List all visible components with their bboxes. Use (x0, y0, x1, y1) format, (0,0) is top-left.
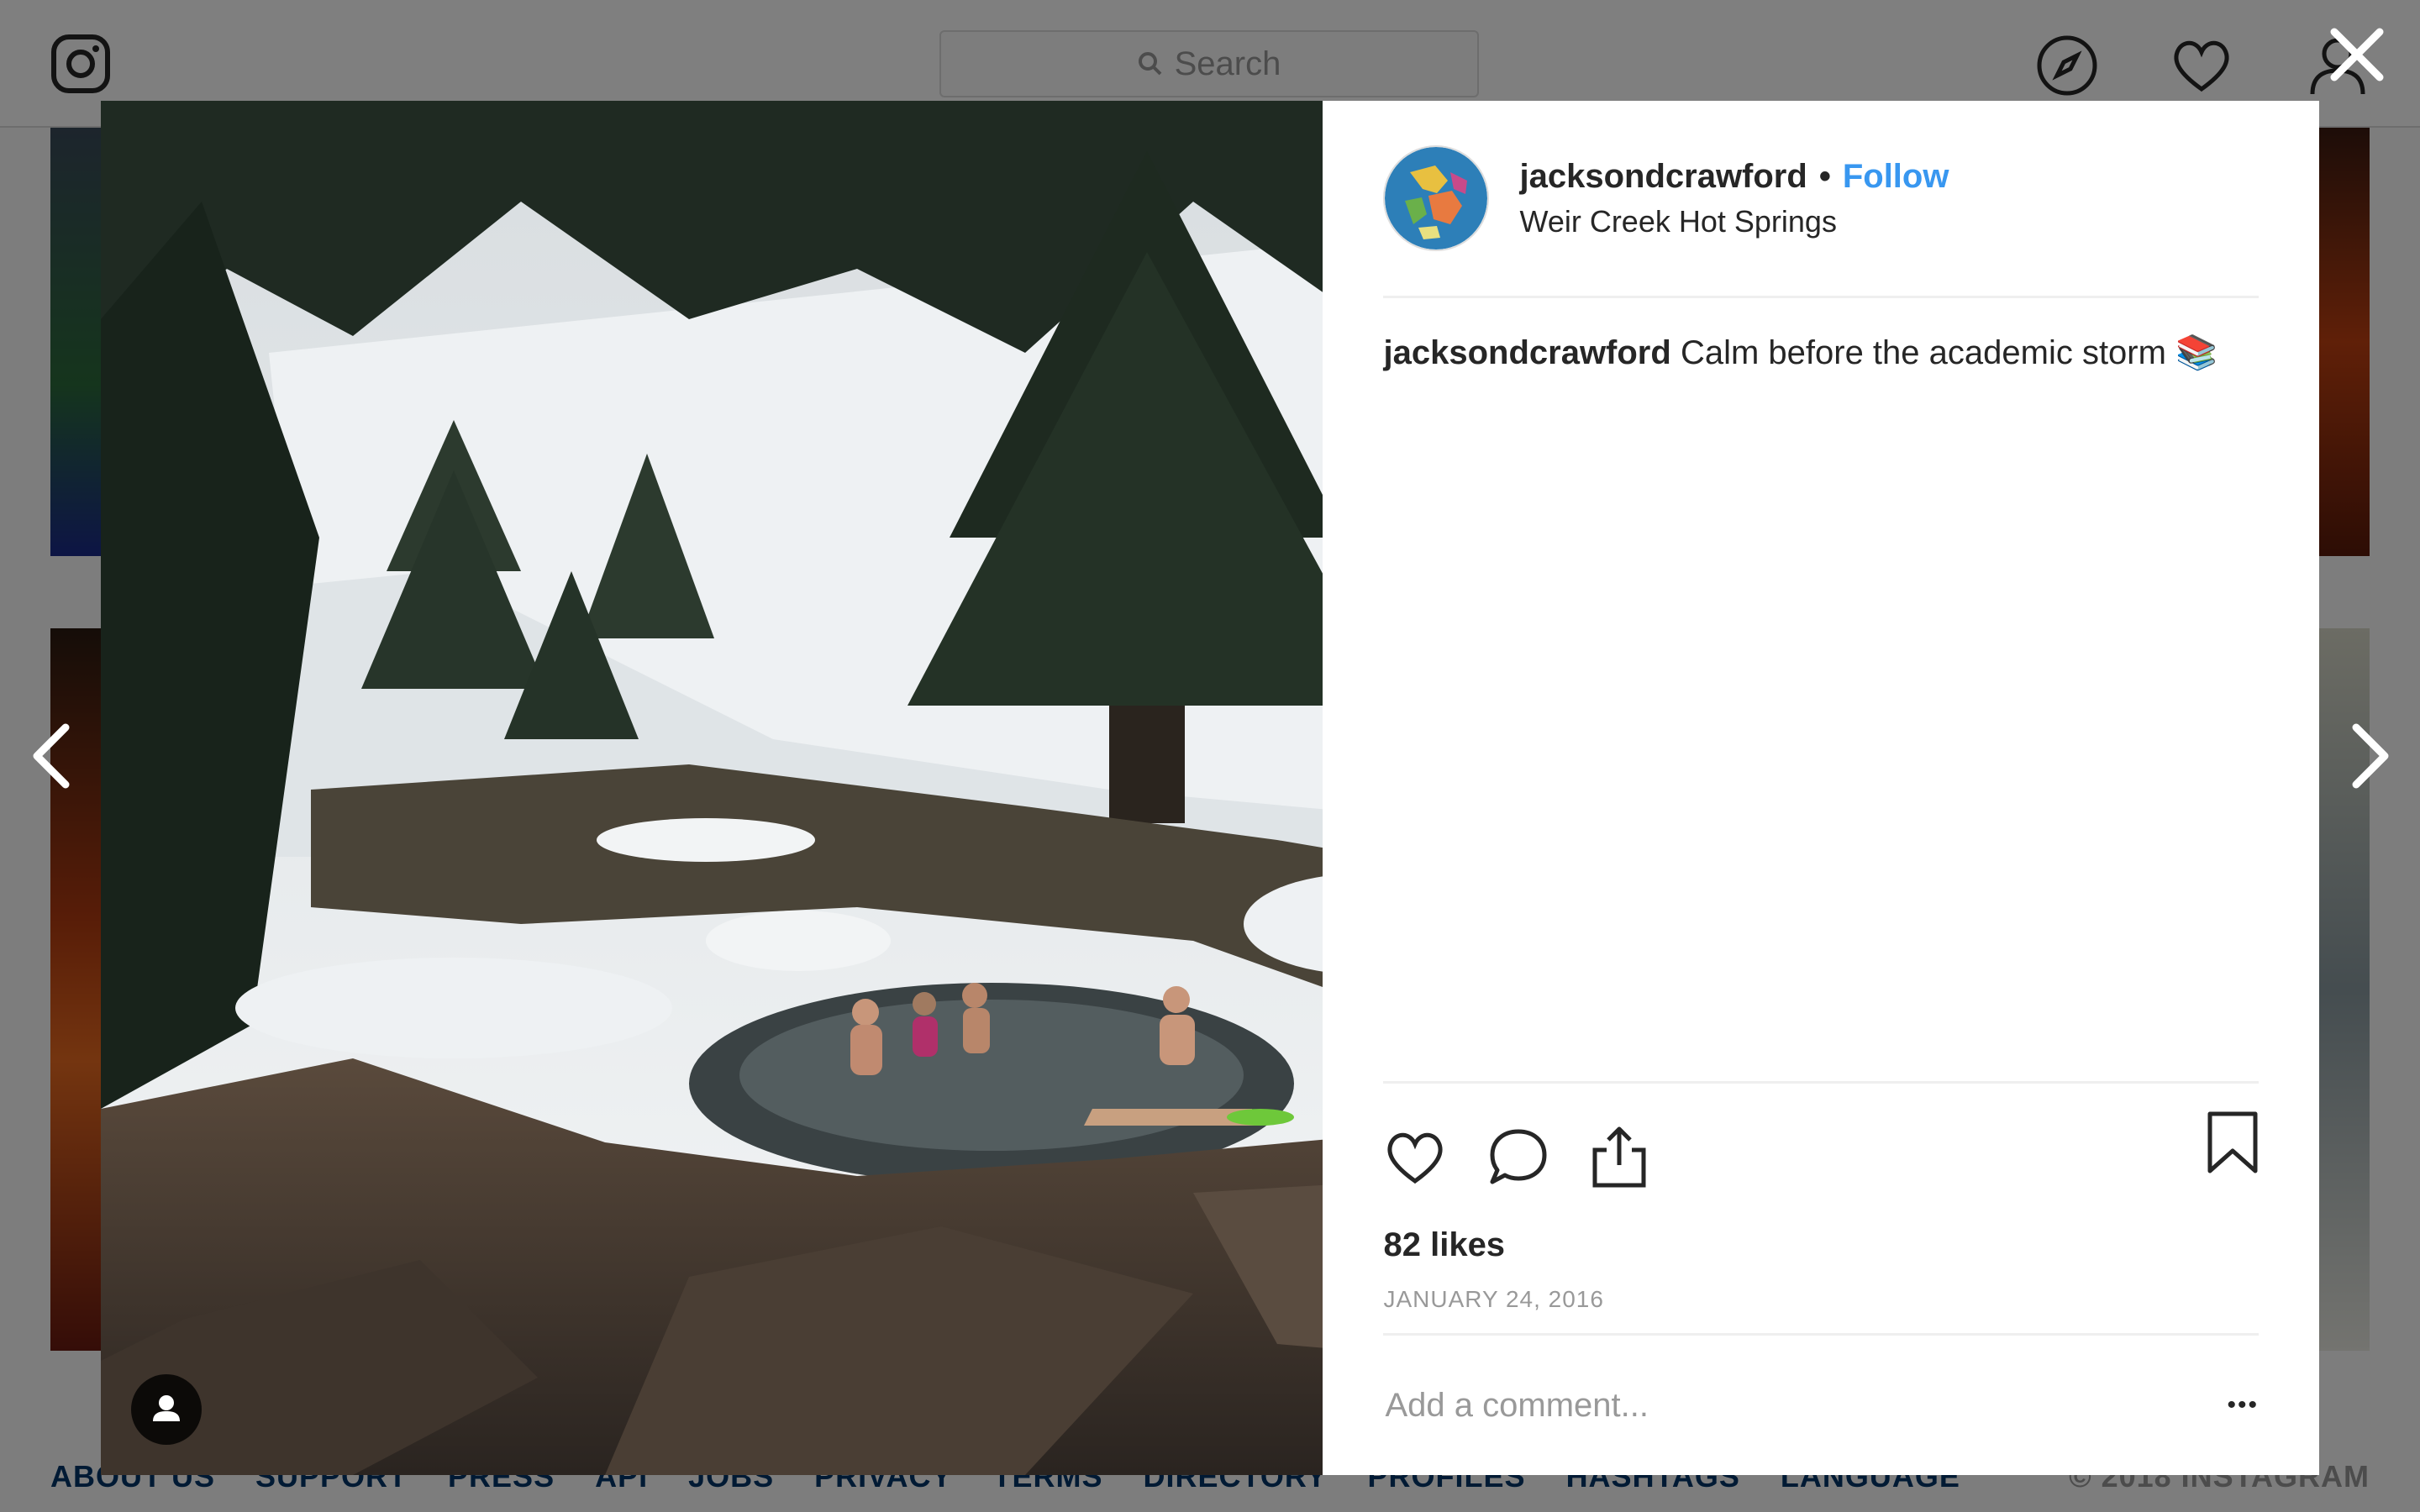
post-date[interactable]: JANUARY 24, 2016 (1383, 1286, 2259, 1336)
avatar[interactable] (1383, 145, 1490, 251)
post-location[interactable]: Weir Creek Hot Springs (1519, 204, 1949, 239)
post-caption: jacksondcrawford Calm before the academi… (1383, 298, 2259, 1081)
comment-bar: ••• (1383, 1336, 2259, 1475)
comment-input[interactable] (1383, 1385, 2228, 1425)
chevron-left-icon[interactable] (27, 722, 77, 790)
post-sidebar: jacksondcrawford • Follow Weir Creek Hot… (1323, 101, 2319, 1475)
close-icon[interactable] (2328, 25, 2386, 84)
chevron-right-icon[interactable] (2344, 722, 2395, 790)
caption-username[interactable]: jacksondcrawford (1383, 334, 1670, 371)
follow-button[interactable]: Follow (1843, 158, 1949, 196)
post-header: jacksondcrawford • Follow Weir Creek Hot… (1383, 101, 2259, 298)
post-photo[interactable] (101, 101, 1323, 1475)
likes-count[interactable]: 82 likes (1383, 1226, 2259, 1264)
caption-text: Calm before the academic storm 📚 (1680, 334, 2217, 371)
post-username[interactable]: jacksondcrawford (1519, 158, 1807, 196)
hot-springs-photo (101, 101, 1323, 1475)
post-actions (1383, 1081, 2259, 1203)
like-heart-icon[interactable] (1383, 1127, 1447, 1186)
comment-icon[interactable] (1487, 1126, 1549, 1187)
post-modal: jacksondcrawford • Follow Weir Creek Hot… (101, 101, 2319, 1475)
bookmark-icon[interactable] (2207, 1110, 2259, 1174)
tagged-users-button[interactable] (131, 1374, 202, 1445)
share-icon[interactable] (1590, 1125, 1649, 1189)
user-tag-icon (153, 1395, 180, 1421)
more-options-icon[interactable]: ••• (2227, 1391, 2259, 1420)
separator-dot: • (1818, 157, 1831, 195)
globe-avatar-image (1385, 147, 1488, 249)
